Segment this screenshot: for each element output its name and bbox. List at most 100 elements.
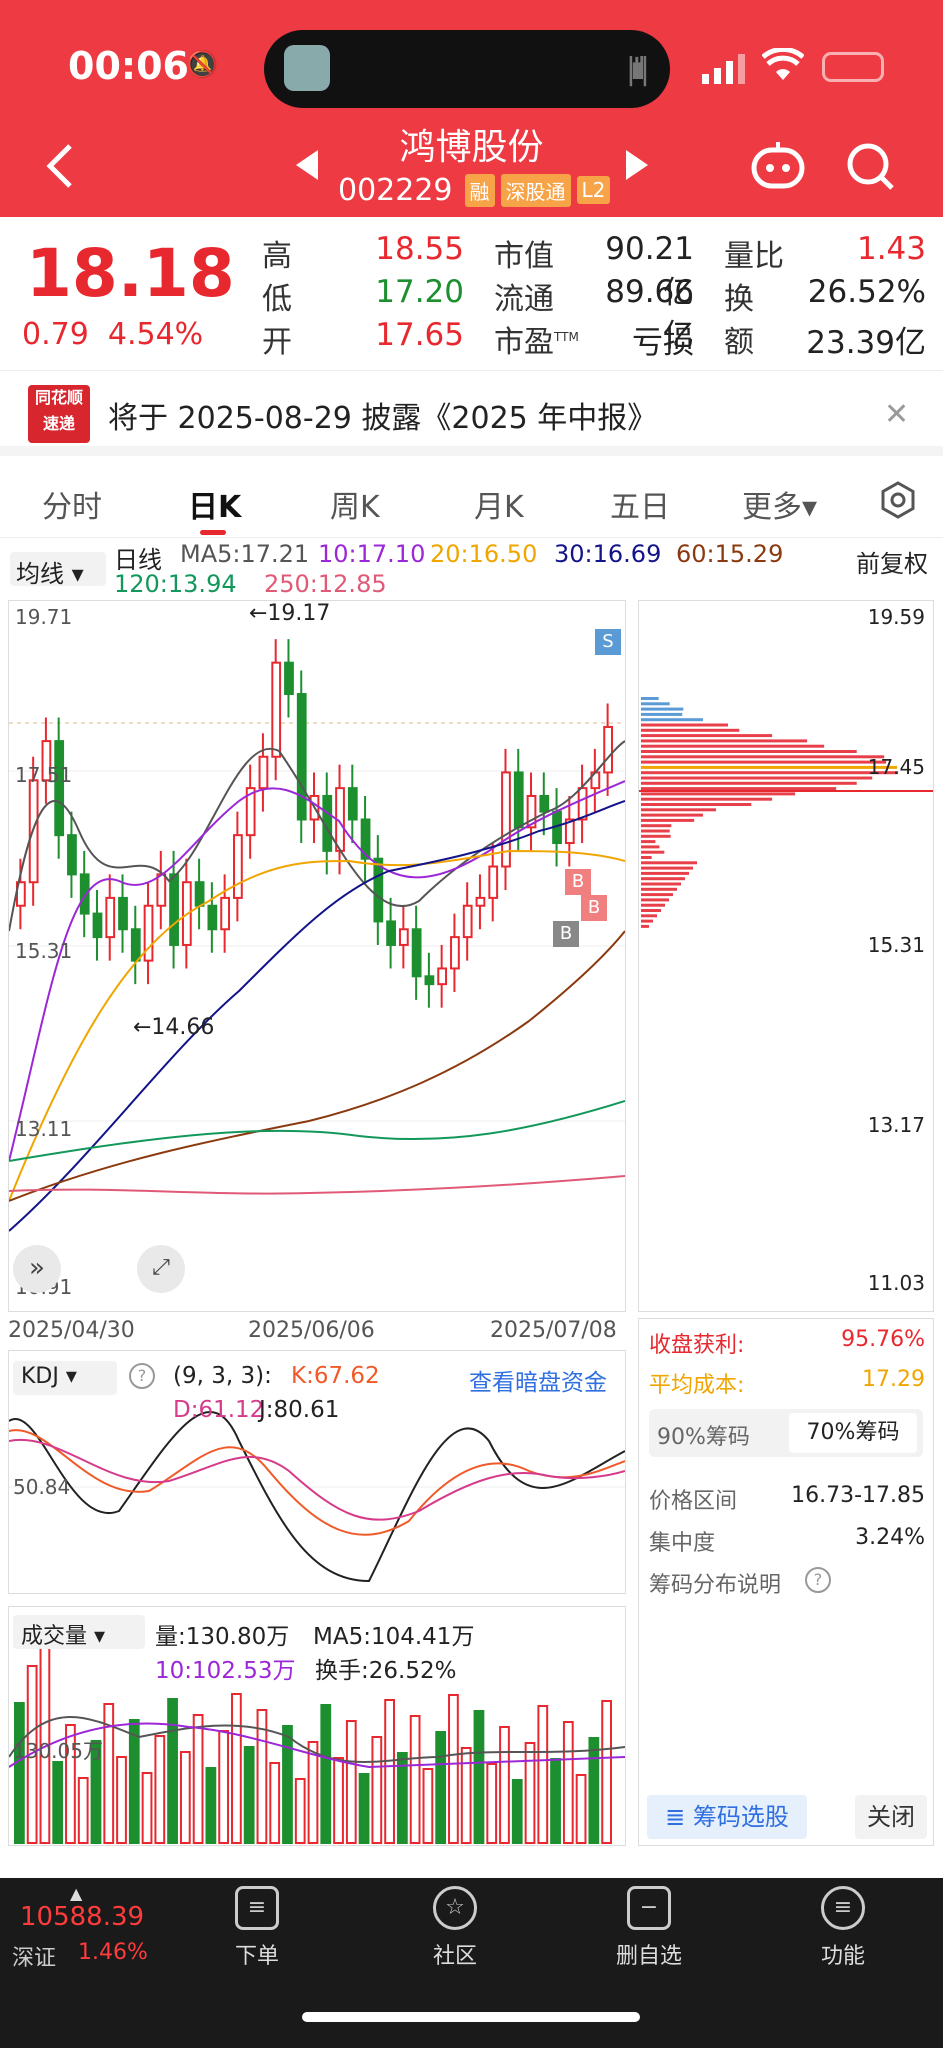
amount-label: 额 bbox=[724, 325, 754, 360]
candle-body bbox=[207, 904, 218, 931]
chip-90-tab[interactable]: 90%筹码 bbox=[657, 1419, 750, 1451]
community-icon: ☆ bbox=[433, 1886, 477, 1930]
tab-five-day[interactable]: 五日 bbox=[610, 482, 670, 526]
close-icon[interactable]: ✕ bbox=[884, 397, 909, 432]
avg-cost-value: 17.29 bbox=[862, 1367, 925, 1392]
chip-bar bbox=[641, 850, 665, 854]
next-stock-button[interactable] bbox=[624, 148, 650, 186]
chip-bar bbox=[641, 787, 837, 791]
tag-connect: 深股通 bbox=[500, 173, 571, 207]
chip-bar bbox=[641, 866, 693, 870]
chip-bar bbox=[641, 728, 740, 732]
tab-monthly-k[interactable]: 月K bbox=[474, 482, 524, 526]
candle-body bbox=[105, 896, 116, 939]
pe-value: 亏损 bbox=[632, 325, 694, 361]
moving-average-line bbox=[9, 930, 625, 1202]
indicator-selector[interactable]: KDJ ▾ bbox=[13, 1361, 117, 1395]
chip-bar bbox=[641, 856, 652, 859]
pe-ttm: TTM bbox=[554, 330, 579, 344]
fullscreen-icon[interactable]: ⤢ bbox=[137, 1245, 185, 1293]
tab-daily-k[interactable]: 日K bbox=[188, 482, 241, 526]
volume-bar bbox=[282, 1725, 293, 1844]
pe-label: 市盈TTM bbox=[494, 325, 579, 360]
help-icon[interactable]: ? bbox=[805, 1567, 831, 1593]
chip-bar bbox=[641, 824, 672, 828]
chip-70-tab[interactable]: 70%筹码 bbox=[789, 1413, 917, 1453]
volume-bar bbox=[128, 1719, 140, 1844]
nav-community[interactable]: ☆ 社区 bbox=[400, 1886, 510, 1970]
kdj-chart[interactable]: KDJ ▾ ? (9, 3, 3): K:67.62 D:61.12 J:80.… bbox=[8, 1350, 626, 1594]
volume-bar bbox=[243, 1746, 255, 1844]
volume-bar bbox=[550, 1758, 561, 1844]
kline-y-label: 19.71 bbox=[15, 605, 73, 629]
candle-body bbox=[450, 936, 460, 970]
prev-stock-button[interactable] bbox=[294, 148, 320, 186]
volume-bar bbox=[231, 1693, 242, 1844]
open-label: 开 bbox=[262, 325, 292, 360]
expand-left-icon[interactable]: » bbox=[13, 1245, 61, 1293]
volume-bar bbox=[601, 1700, 613, 1844]
robot-assistant-icon[interactable] bbox=[750, 140, 806, 194]
chip-y-label: 15.31 bbox=[867, 933, 925, 957]
ma-selector[interactable]: 均线 ▾ bbox=[10, 552, 106, 588]
chip-explain-link[interactable]: 筹码分布说明 bbox=[649, 1567, 781, 1599]
volume-bar bbox=[307, 1741, 319, 1844]
chip-bar bbox=[641, 829, 670, 833]
dark-pool-link[interactable]: 查看暗盘资金 bbox=[469, 1363, 607, 1397]
nav-order[interactable]: ≡ 下单 bbox=[202, 1886, 312, 1970]
tab-weekly-k[interactable]: 周K bbox=[330, 482, 380, 526]
candle-body bbox=[156, 873, 167, 907]
chip-bar bbox=[641, 909, 661, 912]
chip-bar bbox=[641, 744, 825, 748]
mute-icon: 🔕 bbox=[186, 50, 219, 80]
volume-bar bbox=[422, 1768, 434, 1844]
volume-chart[interactable]: 成交量 ▾ 量:130.80万 MA5:104.41万 10:102.53万 换… bbox=[8, 1606, 626, 1846]
moving-average-line bbox=[9, 780, 625, 1162]
moving-average-line bbox=[9, 849, 625, 1202]
chip-bar bbox=[641, 882, 681, 886]
index-up-arrow-icon: ▲ bbox=[70, 1884, 83, 1903]
volume-bar bbox=[511, 1779, 523, 1844]
candle-body bbox=[54, 740, 65, 837]
candle-body bbox=[373, 857, 384, 923]
volume-bar bbox=[371, 1736, 383, 1844]
ma20-value: 20:16.50 bbox=[430, 540, 538, 568]
sell-marker[interactable]: S bbox=[595, 629, 621, 655]
active-tab-indicator bbox=[200, 530, 226, 535]
announcement-bar[interactable]: 同花顺 速递 将于 2025-08-29 披露《2025 年中报》 ✕ bbox=[0, 370, 943, 456]
profit-label: 收盘获利: bbox=[649, 1333, 745, 1358]
kdj-d-line bbox=[9, 1438, 625, 1521]
nav-remove-watchlist[interactable]: − 删自选 bbox=[594, 1886, 704, 1970]
buy-marker[interactable]: B bbox=[553, 921, 579, 947]
help-icon[interactable]: ? bbox=[129, 1363, 155, 1389]
nav-functions[interactable]: ≡ 功能 bbox=[788, 1886, 898, 1970]
volume-selector[interactable]: 成交量 ▾ bbox=[13, 1615, 145, 1649]
tab-intraday[interactable]: 分时 bbox=[42, 482, 102, 526]
index-value[interactable]: 10588.39 bbox=[20, 1902, 144, 1932]
close-chip-button[interactable]: 关闭 bbox=[855, 1795, 927, 1839]
tab-more[interactable]: 更多▾ bbox=[742, 482, 817, 526]
concentration-label: 集中度 bbox=[649, 1531, 716, 1556]
buy-marker[interactable]: B bbox=[565, 869, 591, 895]
bottom-nav: ▲ 10588.39 深证 1.46% ≡ 下单 ☆ 社区 − 删自选 ≡ 功能 bbox=[0, 1878, 943, 2048]
price-range-label: 价格区间 bbox=[649, 1489, 738, 1514]
candle-body bbox=[233, 834, 243, 899]
logo-top: 同花顺 bbox=[34, 388, 83, 407]
price-adjust-mode[interactable]: 前复权 bbox=[856, 544, 928, 579]
buy-marker[interactable]: B bbox=[581, 895, 607, 921]
kline-chart[interactable]: 19.71 17.51 15.31 13.11 10.91 ←19.17 ←14… bbox=[8, 600, 626, 1312]
volume-bar bbox=[218, 1730, 230, 1844]
volume-ma5: MA5:104.41万 bbox=[313, 1624, 475, 1650]
volume-bar bbox=[192, 1714, 204, 1844]
volume-bar bbox=[294, 1778, 306, 1844]
nav-label: 删自选 bbox=[615, 1944, 682, 1969]
chip-stock-picker-button[interactable]: ≣ 筹码选股 bbox=[647, 1795, 807, 1839]
search-icon[interactable] bbox=[846, 142, 896, 196]
dynamic-island: |ıIıl| bbox=[264, 30, 670, 108]
candle-body bbox=[118, 896, 128, 931]
chip-bar bbox=[641, 803, 752, 806]
volume-bar bbox=[167, 1698, 178, 1844]
chip-distribution-chart[interactable]: 19.59 17.45 15.31 13.17 11.03 bbox=[638, 600, 934, 1312]
settings-icon[interactable] bbox=[878, 480, 918, 524]
candle-body bbox=[424, 975, 435, 986]
